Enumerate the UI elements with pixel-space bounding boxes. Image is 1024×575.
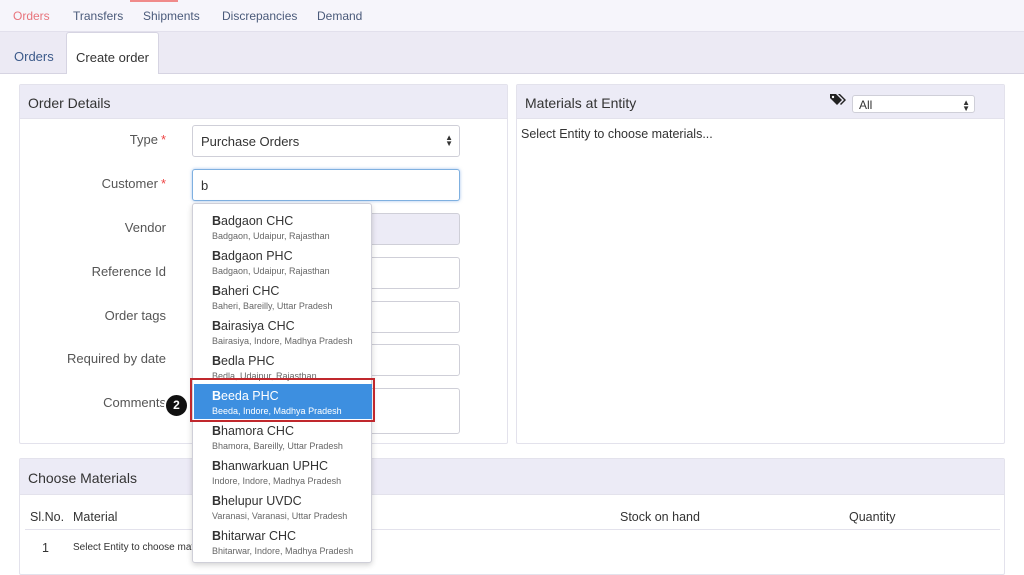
customer-option-match: B [212,249,222,263]
type-select-value: Purchase Orders [201,134,300,149]
customer-option-match: B [212,529,222,543]
type-select[interactable]: Purchase Orders ▲ ▼ [192,125,460,157]
tags-icon [830,94,846,105]
nav-accent-bar [130,0,178,2]
nav-tab-demand[interactable]: Demand [317,9,362,23]
subtab-orders[interactable]: Orders [14,32,54,75]
customer-option-match: B [212,214,222,228]
customer-option-rest: hamora CHC [221,424,294,438]
customer-option-match: B [212,354,222,368]
customer-option-match: B [212,319,222,333]
customer-option[interactable]: Bhelupur UVDC Varanasi, Varanasi, Uttar P… [194,489,372,524]
comments-label: Comments [103,395,166,410]
materials-filter-value: All [859,98,873,112]
customer-option[interactable]: Baheri CHC Baheri, Bareilly, Uttar Prades… [194,279,372,314]
customer-option-name: Badgaon PHC [212,249,372,263]
customer-option-location: Baheri, Bareilly, Uttar Pradesh [212,301,333,311]
customer-option-name: Bhitarwar CHC [212,529,372,543]
row-material-message: Select Entity to choose mate [73,542,200,553]
row-number: 1 [42,541,49,555]
customer-option-location: Badgaon, Udaipur, Rajasthan [212,266,330,276]
order-tags-label: Order tags [104,308,166,323]
customer-option[interactable]: Bairasiya CHC Bairasiya, Indore, Madhya P… [194,314,372,349]
highlight-box [190,378,375,422]
customer-option[interactable]: Bhamora CHC Bhamora, Bareilly, Uttar Prad… [194,419,372,454]
col-stock-on-hand: Stock on hand [620,510,700,524]
materials-at-entity-message: Select Entity to choose materials... [521,127,713,141]
type-label: Type * [129,132,166,147]
customer-option-rest: hanwarkuan UPHC [221,459,329,473]
customer-option-rest: adgaon CHC [221,214,294,228]
customer-option-location: Bairasiya, Indore, Madhya Pradesh [212,336,353,346]
customer-option-rest: hitarwar CHC [221,529,297,543]
customer-option-name: Bairasiya CHC [212,319,372,333]
top-nav: Orders Transfers Shipments Discrepancies… [0,0,1024,32]
customer-option-match: B [212,494,222,508]
sub-tabs: Orders Create order [0,32,1024,75]
col-quantity: Quantity [849,510,896,524]
customer-option-location: Indore, Indore, Madhya Pradesh [212,476,342,486]
subtab-create-order[interactable]: Create order [66,32,159,75]
customer-label: Customer * [101,176,166,191]
materials-filter-select[interactable]: All ▲ ▼ [852,95,975,113]
customer-input[interactable]: b [192,169,460,201]
nav-tab-transfers[interactable]: Transfers [73,9,123,23]
customer-option-name: Baheri CHC [212,284,372,298]
customer-option-rest: edla PHC [221,354,275,368]
customer-option-rest: helupur UVDC [221,494,302,508]
customer-option-location: Varanasi, Varanasi, Uttar Pradesh [212,511,348,521]
customer-option-rest: aheri CHC [221,284,280,298]
customer-option[interactable]: Badgaon CHC Badgaon, Udaipur, Rajasthan [194,209,372,244]
step-marker: 2 [164,393,189,418]
customer-option-location: Bhitarwar, Indore, Madhya Pradesh [212,546,354,556]
customer-option-name: Bhelupur UVDC [212,494,372,508]
customer-option-name: Bhamora CHC [212,424,372,438]
customer-option-name: Bhanwarkuan UPHC [212,459,372,473]
customer-option-match: B [212,459,222,473]
col-sl-no: Sl.No. [30,510,65,524]
choose-materials-title: Choose Materials [20,459,1004,495]
nav-tab-discrepancies[interactable]: Discrepancies [222,9,297,23]
customer-option-location: Badgaon, Udaipur, Rajasthan [212,231,330,241]
reference-id-label: Reference Id [91,264,166,279]
customer-option-rest: adgaon PHC [221,249,293,263]
customer-option-rest: airasiya CHC [221,319,295,333]
customer-option-location: Bhamora, Bareilly, Uttar Pradesh [212,441,343,451]
customer-option[interactable]: Bhitarwar CHC Bhitarwar, Indore, Madhya P… [194,524,372,559]
select-arrows-icon: ▲ ▼ [445,133,453,148]
materials-at-entity-panel: Materials at Entity Select Entity to cho… [516,84,1005,444]
table-header-divider [25,529,1000,530]
customer-option[interactable]: Badgaon PHC Badgaon, Udaipur, Rajasthan [194,244,372,279]
col-material: Material [73,510,118,524]
customer-option[interactable]: Bhanwarkuan UPHC Indore, Indore, Madhya P… [194,454,372,489]
nav-tab-shipments[interactable]: Shipments [143,9,200,23]
select-arrows-icon: ▲ ▼ [962,98,970,113]
customer-option-name: Bedla PHC [212,354,372,368]
customer-option-match: B [212,424,222,438]
vendor-label: Vendor [124,220,166,235]
customer-option-name: Badgaon CHC [212,214,372,228]
order-details-title: Order Details [20,85,507,119]
nav-tab-orders[interactable]: Orders [13,9,50,23]
customer-option-match: B [212,284,222,298]
required-date-label: Required by date [66,351,166,366]
